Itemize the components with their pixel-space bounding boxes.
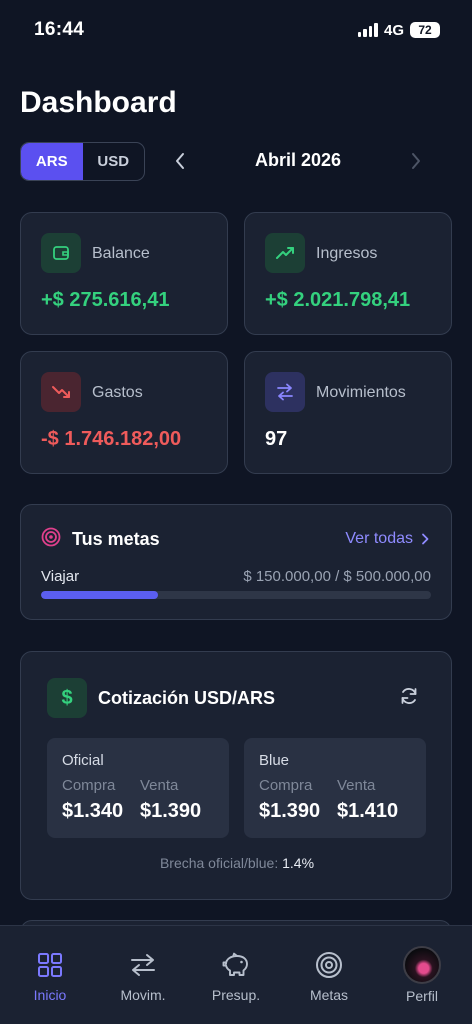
goals-card: Tus metas Ver todas Viajar $ 150.000,00 … [20,504,452,620]
chevron-right-icon[interactable] [403,148,429,174]
stat-label: Movimientos [316,384,406,401]
rate-box-title: Oficial [62,752,104,769]
stat-value: -$ 1.746.182,00 [41,428,182,450]
buy-value: $1.340 [62,800,124,822]
goal-progress-bar [41,591,431,599]
nav-label: Metas [309,987,349,1003]
signal-icon [357,23,378,37]
exchange-rate-card: $ Cotización USD/ARS Oficial Compra Vent… [20,651,452,900]
exchange-title: Cotización USD/ARS [98,688,276,708]
rate-box-oficial: Oficial Compra Venta $1.340 $1.390 [47,738,229,838]
status-time: 16:44 [34,19,85,40]
buy-value: $1.390 [259,800,321,822]
currency-ars-button[interactable]: ARS [21,143,83,180]
nav-item-movimientos[interactable]: Movim. [96,926,190,1024]
nav-label: Movim. [120,987,166,1003]
goal-amount: $ 150.000,00 / $ 500.000,00 [243,568,431,585]
gap-label: Brecha oficial/blue: [159,855,279,871]
trending-up-icon [265,233,305,273]
target-icon [41,527,61,552]
stat-label: Balance [92,245,150,262]
grid-icon [37,950,63,980]
wallet-icon [41,233,81,273]
stat-value: +$ 2.021.798,41 [265,289,411,311]
buy-label: Compra [259,777,313,794]
gap-value: 1.4% [282,855,315,871]
chevron-right-icon [422,533,429,545]
stat-card-balance[interactable]: Balance +$ 275.616,41 [20,212,228,335]
stat-value: 97 [265,428,288,450]
piggy-bank-icon [221,950,251,980]
nav-label: Perfil [406,988,438,1004]
status-indicators: 4G 72 [357,21,440,39]
period-label: Abril 2026 [254,150,342,170]
nav-item-metas[interactable]: Metas [282,926,376,1024]
refresh-icon[interactable] [399,686,419,711]
status-bar: 16:44 4G 72 [0,0,472,60]
chevron-left-icon[interactable] [167,148,193,174]
currency-usd-button[interactable]: USD [83,143,145,180]
currency-toggle: ARS USD [20,142,145,181]
buy-label: Compra [62,777,116,794]
goals-title: Tus metas [72,529,160,549]
nav-item-presupuesto[interactable]: Presup. [189,926,283,1024]
bottom-nav: Inicio Movim. Presup. Metas Perfil [0,925,472,1024]
battery-icon: 72 [410,22,440,38]
stat-card-gastos[interactable]: Gastos -$ 1.746.182,00 [20,351,228,474]
sell-label: Venta [337,777,376,794]
see-all-goals-link[interactable]: Ver todas [345,530,429,548]
rate-box-title: Blue [259,752,290,769]
stat-card-ingresos[interactable]: Ingresos +$ 2.021.798,41 [244,212,452,335]
stat-card-movimientos[interactable]: Movimientos 97 [244,351,452,474]
see-all-label: Ver todas [345,530,413,547]
goal-name: Viajar [41,568,80,585]
stat-value: +$ 275.616,41 [41,289,170,311]
sell-value: $1.390 [140,800,202,822]
nav-item-inicio[interactable]: Inicio [3,926,97,1024]
stat-label: Ingresos [316,245,378,262]
arrows-exchange-icon [129,950,157,980]
avatar [403,945,441,985]
nav-item-perfil[interactable]: Perfil [375,926,469,1024]
target-icon [315,950,343,980]
trending-down-icon [41,372,81,412]
sell-value: $1.410 [337,800,399,822]
nav-label: Presup. [211,987,261,1003]
gap-text: Brecha oficial/blue: 1.4% [21,855,453,871]
sell-label: Venta [140,777,179,794]
page-title: Dashboard [20,86,177,119]
nav-label: Inicio [33,987,67,1003]
goal-progress-fill [41,591,158,599]
stat-label: Gastos [92,384,143,401]
arrows-exchange-icon [265,372,305,412]
rate-box-blue: Blue Compra Venta $1.390 $1.410 [244,738,426,838]
profile-avatar [403,946,441,984]
dollar-icon: $ [47,678,87,718]
network-type: 4G [383,21,404,39]
